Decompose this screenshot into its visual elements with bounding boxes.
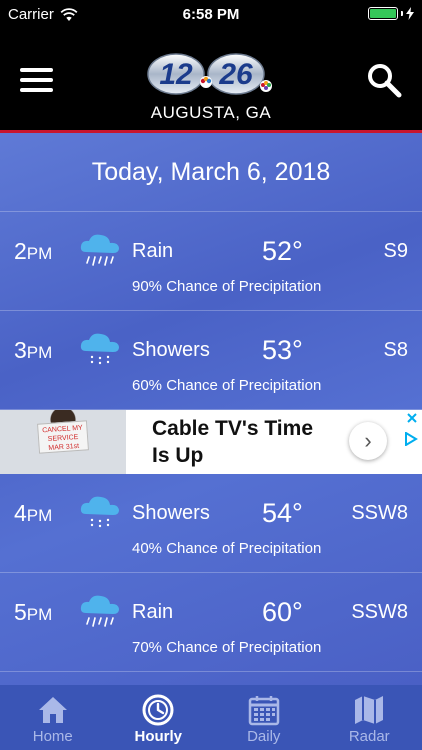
tab-label: Radar [348, 728, 390, 745]
hour-row: 3PM Showers 53° S8 60% Chance of Precipi… [0, 311, 422, 410]
search-button[interactable] [366, 62, 402, 98]
ad-chevron-button[interactable]: › [349, 422, 387, 460]
showers-icon [80, 496, 119, 528]
tab-hourly[interactable]: Hourly [106, 685, 212, 750]
ad-image: CANCEL MY SERVICE MAR 31st [0, 410, 126, 474]
chevron-right-icon: › [364, 428, 372, 453]
precip-chance: 70% Chance of Precipitation [132, 639, 322, 656]
tab-label: Daily [247, 728, 281, 745]
wind-label: S8 [383, 339, 408, 361]
menu-icon [20, 68, 53, 72]
tab-label: Home [32, 728, 73, 745]
location-label: AUGUSTA, GA [150, 103, 272, 122]
date-label: Today, March 6, 2018 [91, 157, 331, 186]
charging-icon [406, 7, 414, 20]
menu-button[interactable] [20, 68, 53, 92]
hour-time: 4PM [14, 500, 53, 526]
tab-radar[interactable]: Radar [317, 685, 422, 750]
ad-banner[interactable]: CANCEL MY SERVICE MAR 31st Cable TV's Ti… [0, 410, 422, 474]
adchoices-icon[interactable] [404, 432, 418, 446]
close-icon[interactable] [406, 412, 418, 424]
battery-indicator [368, 7, 414, 20]
app-header: 12 26 AUGUSTA, GA [0, 30, 422, 133]
temperature: 60° [262, 597, 303, 627]
condition-label: Rain [132, 601, 174, 623]
tab-bar: Home Hourly Daily Radar [0, 685, 422, 750]
precip-chance: 60% Chance of Precipitation [132, 377, 322, 394]
rain-icon [80, 234, 119, 266]
logo-right-number: 26 [218, 58, 253, 91]
date-header: Today, March 6, 2018 [0, 133, 422, 212]
status-time: 6:58 PM [182, 6, 240, 23]
wind-label: S9 [383, 240, 408, 262]
battery-icon [368, 7, 398, 20]
hourly-forecast-list[interactable]: Today, March 6, 2018 2PM Rain 52° S9 90%… [0, 133, 422, 685]
tab-daily[interactable]: Daily [211, 685, 317, 750]
logo-left-number: 12 [159, 58, 193, 91]
showers-icon [80, 333, 119, 365]
wind-label: SSW8 [351, 502, 408, 524]
hour-row: 5PM Rain 60° SSW8 70% Chance of Precipit… [0, 573, 422, 672]
temperature: 54° [262, 498, 303, 528]
map-icon [355, 696, 384, 724]
temperature: 53° [262, 335, 303, 365]
wind-label: SSW8 [351, 601, 408, 623]
ad-headline: Cable TV's Time Is Up [152, 417, 313, 467]
hour-row: 4PM Showers 54° SSW8 40% Chance of Preci… [0, 474, 422, 573]
status-bar: Carrier 6:58 PM [0, 0, 422, 30]
tab-home[interactable]: Home [0, 685, 106, 750]
tab-label: Hourly [134, 728, 182, 745]
ad-sign-text: CANCEL MY SERVICE MAR 31st [37, 420, 89, 454]
precip-chance: 90% Chance of Precipitation [132, 278, 322, 295]
search-icon [368, 64, 402, 98]
clock-icon [142, 694, 174, 726]
calendar-icon [248, 696, 279, 726]
temperature: 52° [262, 236, 303, 266]
station-logo: 12 26 [147, 53, 272, 95]
hour-time: 2PM [14, 238, 53, 264]
condition-label: Showers [132, 339, 210, 361]
hour-time: 5PM [14, 599, 53, 625]
precip-chance: 40% Chance of Precipitation [132, 540, 322, 557]
condition-label: Rain [132, 240, 174, 262]
condition-label: Showers [132, 502, 210, 524]
home-icon [38, 697, 67, 723]
hour-time: 3PM [14, 337, 53, 363]
hour-row: 2PM Rain 52° S9 90% Chance of Precipitat… [0, 212, 422, 311]
rain-icon [80, 595, 119, 627]
